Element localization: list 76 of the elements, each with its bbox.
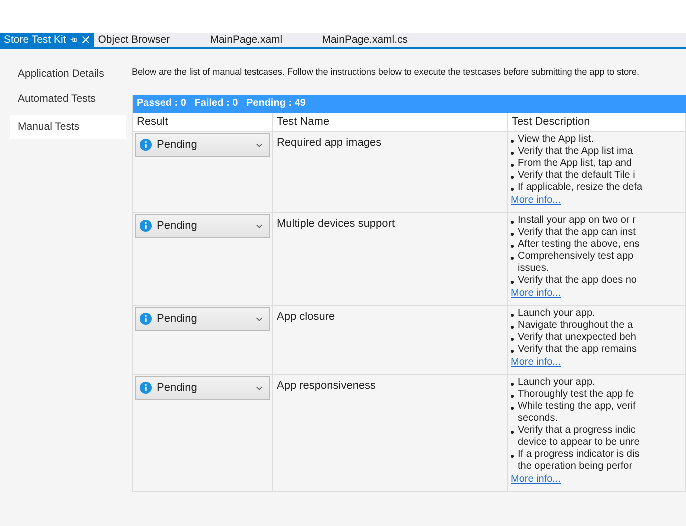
step-text: From the App list, tap and <box>518 158 632 170</box>
bullet-icon <box>511 176 514 179</box>
step-text: Navigate throughout the a <box>518 320 634 332</box>
more-info-link[interactable]: More info... <box>511 356 562 370</box>
test-name: Required app images <box>276 136 383 151</box>
bullet-icon <box>511 281 514 284</box>
summary-bar: Passed : 0 Failed : 0 Pending : 49 <box>133 95 686 113</box>
step-text: If a progress indicator is dis <box>518 449 640 461</box>
step-text: device to appear to be unre <box>518 437 640 449</box>
caret-icon <box>256 316 263 322</box>
bullet-icon <box>511 140 514 143</box>
step-text: If applicable, resize the defa <box>518 182 643 194</box>
step-text: Launch your app. <box>518 377 596 389</box>
sidebar-item[interactable]: Automated Tests <box>10 90 126 108</box>
tab[interactable]: MainPage.xaml.cs <box>318 33 416 47</box>
status-info-icon <box>140 313 152 325</box>
bullet-icon <box>511 350 514 353</box>
step-text: Launch your app. <box>518 308 596 320</box>
caret-icon <box>256 224 263 228</box>
bullet-icon <box>511 233 514 236</box>
step-text: View the App list. <box>518 134 594 146</box>
step-text: While testing the app, verif <box>518 401 636 413</box>
step-text: Verify that a progress indic <box>518 425 637 437</box>
bullet-icon <box>511 221 514 224</box>
step-text: Comprehensively test app <box>518 251 634 263</box>
bullet-icon <box>511 188 514 191</box>
more-info-link[interactable]: More info... <box>511 194 562 208</box>
bullet-icon <box>511 245 514 248</box>
step-text: Verify that the App list ima <box>518 146 634 158</box>
result-dropdown[interactable]: Pending <box>135 133 270 157</box>
caret-icon <box>256 142 263 148</box>
result-dropdown[interactable]: Pending <box>135 307 270 331</box>
result-dropdown[interactable]: Pending <box>135 214 270 238</box>
column-header: Test Name <box>273 113 508 132</box>
bullet-icon <box>511 257 514 260</box>
step-text: Verify that the app does no <box>518 275 637 287</box>
result-dropdown[interactable]: Pending <box>135 376 270 400</box>
bullet-icon <box>511 164 514 167</box>
column-header: Test Description <box>508 113 686 132</box>
bullet-icon <box>511 326 514 329</box>
bullet-icon <box>511 383 514 386</box>
tab[interactable]: Store Test Kit <box>0 33 94 47</box>
tab[interactable]: Object Browser <box>94 33 192 47</box>
bullet-icon <box>511 152 514 155</box>
test-name: App responsiveness <box>276 379 378 394</box>
bullet-icon <box>511 395 514 398</box>
more-info-link[interactable]: More info... <box>511 287 562 301</box>
step-text: seconds. <box>518 413 560 425</box>
step-text: issues. <box>518 263 550 275</box>
step-text: the operation being perfor <box>518 461 634 473</box>
bullet-icon <box>511 431 514 434</box>
bullet-icon <box>511 338 514 341</box>
bullet-icon <box>511 314 514 317</box>
step-text: Verify that the default Tile i <box>518 170 636 182</box>
test-name: App closure <box>276 310 336 325</box>
close-icon[interactable] <box>82 36 90 44</box>
intro-text: Below are the list of manual testcases. Follow the instructions below to execute the testcases before submitting the app to store. <box>132 66 640 79</box>
test-name: Multiple devices support <box>276 217 396 232</box>
step-text: Thoroughly test the app fe <box>518 389 634 401</box>
bullet-icon <box>511 407 514 410</box>
status-info-icon <box>140 382 152 394</box>
caret-icon <box>256 386 263 390</box>
more-info-link[interactable]: More info... <box>511 473 562 487</box>
bullet-icon <box>511 455 514 458</box>
column-header: Result <box>133 113 273 132</box>
sidebar-item[interactable]: Manual Tests <box>10 115 126 139</box>
tab[interactable]: MainPage.xaml <box>206 33 304 47</box>
step-text: Verify that unexpected beh <box>518 332 636 344</box>
step-text: Install your app on two or r <box>518 215 636 227</box>
step-text: After testing the above, ens <box>518 239 640 251</box>
pin-icon[interactable] <box>70 36 78 44</box>
step-text: Verify that the app can inst <box>518 227 636 239</box>
sidebar-item[interactable]: Application Details <box>10 65 126 83</box>
step-text: Verify that the app remains <box>518 344 637 356</box>
status-info-icon <box>140 220 152 232</box>
status-info-icon <box>140 139 152 151</box>
